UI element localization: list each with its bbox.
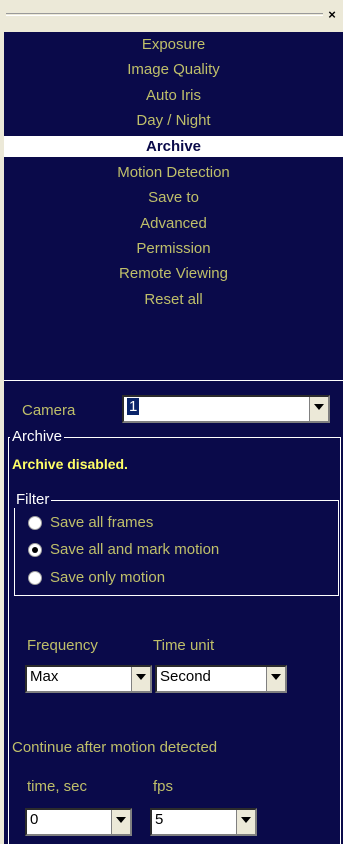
drag-grip[interactable] [6, 13, 323, 14]
radio-button-checked-icon[interactable] [28, 542, 42, 557]
menu-item-day-night[interactable]: Day / Night [4, 108, 343, 133]
frequency-label: Frequency [27, 637, 98, 654]
radio-label: Save all frames [50, 514, 154, 531]
time-unit-select-value: Second [160, 668, 211, 685]
fps-select[interactable]: 5 [150, 808, 257, 836]
menu-item-save-to[interactable]: Save to [4, 185, 343, 210]
archive-status: Archive disabled. [12, 456, 128, 472]
frequency-select[interactable]: Max [25, 665, 152, 693]
chevron-down-icon[interactable] [111, 810, 130, 834]
close-icon[interactable]: × [325, 8, 339, 22]
menu-item-advanced[interactable]: Advanced [4, 211, 343, 236]
radio-save-all-mark-motion[interactable]: Save all and mark motion [28, 541, 219, 558]
chevron-down-icon[interactable] [131, 667, 150, 691]
frequency-select-value: Max [30, 668, 59, 685]
time-sec-label: time, sec [27, 778, 88, 795]
menu-item-motion-detection[interactable]: Motion Detection [4, 160, 343, 185]
camera-select[interactable]: 1 [122, 395, 330, 423]
radio-save-only-motion[interactable]: Save only motion [28, 569, 165, 586]
chevron-down-icon[interactable] [309, 397, 328, 421]
radio-label: Save all and mark motion [50, 541, 220, 558]
menu-item-remote-viewing[interactable]: Remote Viewing [4, 261, 343, 286]
chevron-down-icon[interactable] [266, 667, 285, 691]
menu-item-image-quality[interactable]: Image Quality [4, 57, 343, 82]
time-sec-select[interactable]: 0 [25, 808, 132, 836]
fps-select-value: 5 [155, 811, 164, 828]
radio-save-all-frames[interactable]: Save all frames [28, 514, 153, 531]
menu-item-permission[interactable]: Permission [4, 236, 343, 261]
chevron-down-icon[interactable] [236, 810, 255, 834]
fps-label: fps [153, 778, 174, 795]
menu-item-exposure[interactable]: Exposure [4, 32, 343, 57]
menu-item-reset-all[interactable]: Reset all [4, 287, 343, 312]
time-unit-select[interactable]: Second [155, 665, 287, 693]
radio-button-icon[interactable] [28, 570, 42, 585]
archive-group-title: Archive [10, 428, 65, 445]
filter-group-title: Filter [14, 491, 52, 508]
camera-select-value: 1 [127, 398, 140, 415]
section-divider [4, 380, 343, 381]
settings-menu: Exposure Image Quality Auto Iris Day / N… [4, 32, 343, 312]
continue-label: Continue after motion detected [12, 739, 218, 756]
drag-grip-highlight [6, 15, 323, 16]
radio-button-icon[interactable] [28, 515, 42, 530]
camera-label: Camera [22, 402, 76, 419]
menu-item-archive[interactable]: Archive [4, 134, 343, 160]
menu-item-auto-iris[interactable]: Auto Iris [4, 83, 343, 108]
time-sec-select-value: 0 [30, 811, 39, 828]
time-unit-label: Time unit [153, 637, 215, 654]
radio-label: Save only motion [50, 569, 166, 586]
title-bar: × [0, 0, 343, 32]
